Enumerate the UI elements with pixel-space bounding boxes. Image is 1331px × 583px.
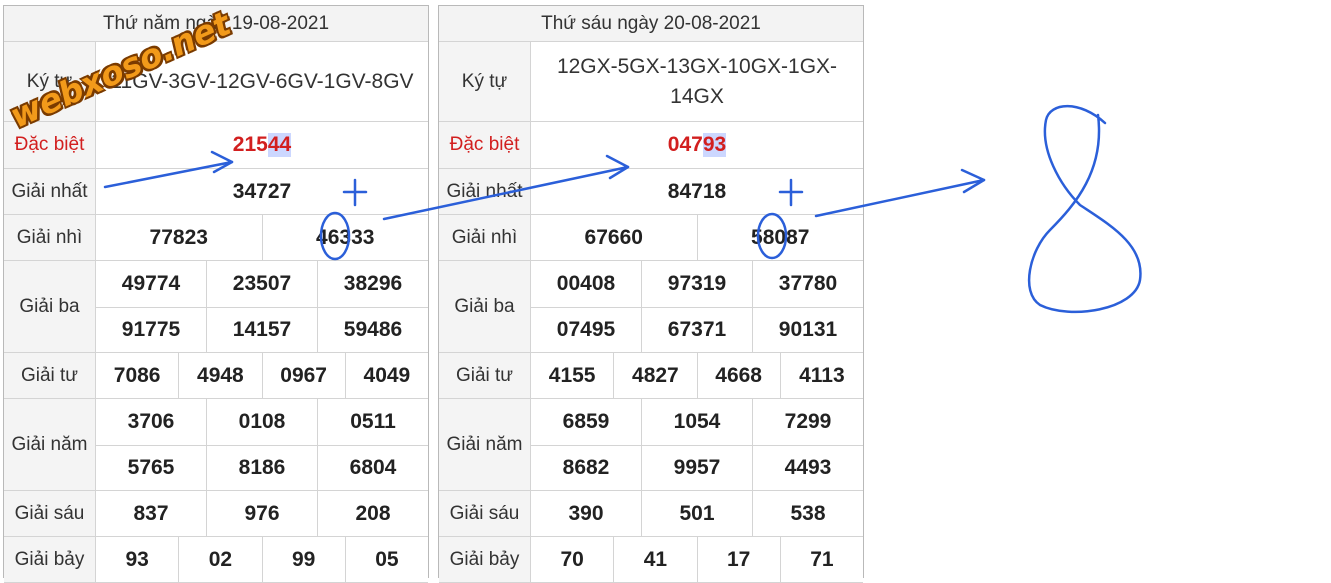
result-eight — [1027, 104, 1142, 314]
arrow-2 — [382, 165, 630, 221]
circle-left-digit — [319, 211, 351, 261]
plus-left — [342, 178, 368, 207]
arrow-1 — [103, 160, 234, 189]
arrow-3 — [814, 178, 986, 218]
arrow-3-head — [960, 168, 986, 194]
plus-right — [778, 178, 804, 207]
circle-right-digit — [756, 212, 788, 260]
handwritten-annotations — [103, 104, 1142, 314]
